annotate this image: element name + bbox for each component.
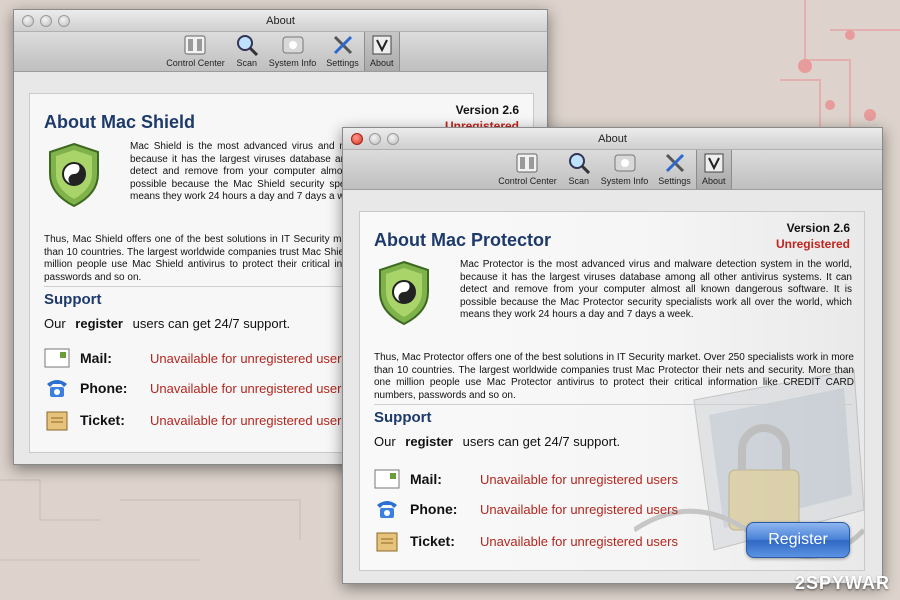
apple-icon bbox=[281, 34, 305, 56]
support-line: Our register users can get 24/7 support. bbox=[44, 316, 291, 331]
toolbar-system-info[interactable]: System Info bbox=[264, 31, 322, 71]
window-titlebar[interactable]: About bbox=[14, 10, 547, 32]
toolbar-about[interactable]: About bbox=[363, 31, 400, 71]
description-text: Mac Protector is the most advanced virus… bbox=[460, 259, 852, 320]
about-icon bbox=[370, 34, 394, 56]
tools-icon bbox=[331, 34, 355, 56]
toolbar: Control Center Scan System Info Settings… bbox=[343, 149, 882, 190]
page-title: About Mac Shield bbox=[44, 112, 196, 132]
magnifier-icon bbox=[235, 34, 259, 56]
toolbar-settings[interactable]: Settings bbox=[321, 31, 364, 71]
window-title: About bbox=[266, 15, 295, 27]
support-line: Our register users can get 24/7 support. bbox=[374, 434, 621, 449]
version-info: Version 2.6 Unregistered bbox=[776, 220, 850, 252]
toolbar-about[interactable]: About bbox=[695, 149, 732, 189]
registration-status: Unregistered bbox=[775, 237, 850, 251]
toolbar-system-info[interactable]: System Info bbox=[596, 149, 654, 189]
shield-logo-icon bbox=[49, 142, 99, 208]
support-heading: Support bbox=[44, 291, 102, 308]
window-title: About bbox=[598, 133, 627, 145]
phone-icon bbox=[377, 501, 397, 518]
tools-icon bbox=[663, 152, 687, 174]
minimize-window-button[interactable] bbox=[40, 15, 52, 27]
version-label: Version 2.6 bbox=[786, 221, 850, 235]
toolbar-scan[interactable]: Scan bbox=[230, 31, 264, 71]
toolbar: Control Center Scan System Info Settings… bbox=[14, 31, 547, 72]
version-label: Version 2.6 bbox=[455, 103, 519, 117]
phone-icon bbox=[47, 380, 67, 397]
toolbar-control-center[interactable]: Control Center bbox=[493, 149, 562, 189]
control-center-icon bbox=[515, 152, 539, 174]
register-link[interactable]: register bbox=[405, 434, 453, 449]
zoom-window-button[interactable] bbox=[387, 133, 399, 145]
support-row-mail: Mail: Unavailable for unregistered users bbox=[374, 467, 678, 491]
support-row-mail: Mail: Unavailable for unregistered users bbox=[44, 346, 348, 370]
about-panel: Version 2.6 Unregistered About Mac Prote… bbox=[359, 211, 865, 571]
window-titlebar[interactable]: About bbox=[343, 128, 882, 150]
register-link[interactable]: register bbox=[75, 316, 123, 331]
shield-logo-icon bbox=[379, 260, 429, 326]
page-title: About Mac Protector bbox=[374, 230, 552, 250]
toolbar-control-center[interactable]: Control Center bbox=[161, 31, 230, 71]
watermark-logo: 2SPYWAR bbox=[794, 573, 890, 593]
mail-icon bbox=[374, 469, 400, 489]
zoom-window-button[interactable] bbox=[58, 15, 70, 27]
toolbar-settings[interactable]: Settings bbox=[653, 149, 696, 189]
close-window-button[interactable] bbox=[351, 133, 363, 145]
ticket-icon bbox=[46, 411, 68, 431]
support-heading: Support bbox=[374, 409, 432, 426]
about-icon bbox=[702, 152, 726, 174]
minimize-window-button[interactable] bbox=[369, 133, 381, 145]
support-row-phone: Phone: Unavailable for unregistered user… bbox=[374, 497, 678, 521]
description-text-2: Thus, Mac Protector offers one of the be… bbox=[374, 352, 854, 401]
toolbar-scan[interactable]: Scan bbox=[562, 149, 596, 189]
divider bbox=[374, 404, 852, 405]
ticket-icon bbox=[376, 532, 398, 552]
apple-icon bbox=[613, 152, 637, 174]
mac-protector-window: About Control Center Scan System Info Se… bbox=[342, 127, 883, 584]
support-row-phone: Phone: Unavailable for unregistered user… bbox=[44, 376, 348, 400]
mail-icon bbox=[44, 348, 70, 368]
support-row-ticket: Ticket: Unavailable for unregistered use… bbox=[44, 408, 348, 432]
close-window-button[interactable] bbox=[22, 15, 34, 27]
register-button[interactable]: Register bbox=[746, 522, 850, 558]
control-center-icon bbox=[183, 34, 207, 56]
magnifier-icon bbox=[567, 152, 591, 174]
support-row-ticket: Ticket: Unavailable for unregistered use… bbox=[374, 529, 678, 553]
